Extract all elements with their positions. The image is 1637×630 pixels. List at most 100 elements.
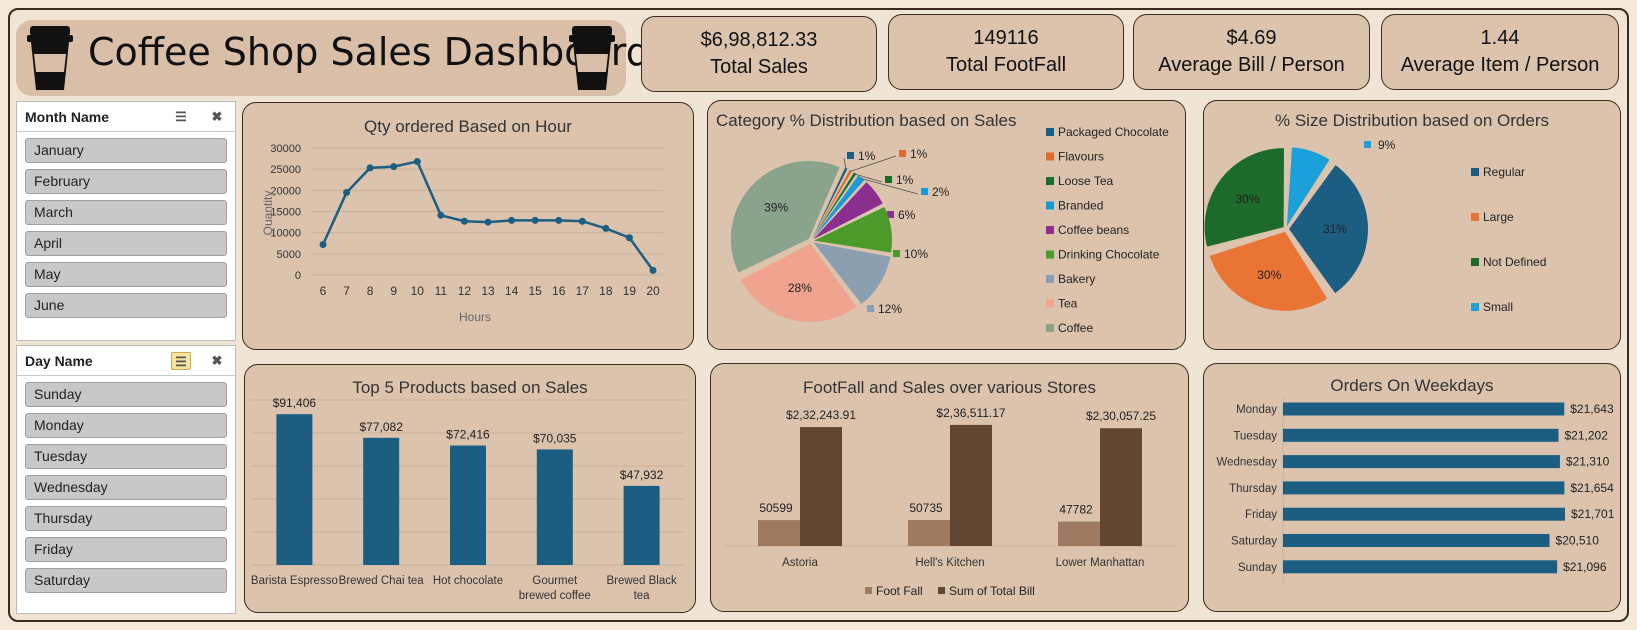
- data-point: [508, 216, 516, 224]
- x-tick-label: Gourmet: [532, 575, 578, 587]
- y-tick-label: 25000: [270, 164, 301, 176]
- data-label: 28%: [788, 281, 812, 295]
- data-label: $47,932: [620, 468, 664, 482]
- data-label: $2,30,057.25: [1086, 409, 1156, 423]
- data-label: $21,310: [1566, 455, 1610, 469]
- data-label: $72,416: [446, 428, 490, 442]
- label-swatch: [899, 150, 906, 157]
- kpi-total-footfall: 149116 Total FootFall: [888, 14, 1124, 90]
- y-tick-label: Sunday: [1238, 562, 1277, 574]
- multi-select-icon[interactable]: ☰: [171, 108, 191, 126]
- clear-filter-icon[interactable]: ✖: [207, 108, 227, 126]
- legend-swatch: [1046, 177, 1054, 185]
- bar: [1283, 560, 1558, 574]
- leader-line: [843, 157, 847, 170]
- x-tick-label: Lower Manhattan: [1056, 557, 1145, 569]
- x-tick-label: 10: [411, 284, 425, 298]
- legend-swatch: [1471, 213, 1479, 221]
- dashboard-title: Coffee Shop Sales Dashboard: [88, 30, 650, 74]
- slicer-item-monday[interactable]: Monday: [25, 413, 227, 438]
- slicer-item-march[interactable]: March: [25, 200, 227, 225]
- size-pie-card: % Size Distribution based on Orders 31% 3…: [1203, 100, 1621, 350]
- data-label: $21,096: [1563, 560, 1607, 574]
- bar: [623, 485, 660, 565]
- slicer-item-january[interactable]: January: [25, 138, 227, 163]
- legend-label: Coffee: [1058, 321, 1093, 335]
- legend-swatch: [1471, 168, 1479, 176]
- coffee-cup-icon: [569, 26, 615, 90]
- legend-label: Loose Tea: [1058, 174, 1113, 188]
- data-label: 30%: [1235, 192, 1259, 206]
- bar: [450, 445, 486, 565]
- legend-label: Tea: [1058, 297, 1078, 311]
- hourly-qty-line-chart: 0500010000150002000025000300006 7 8 9 10 11 12…: [261, 143, 663, 324]
- x-tick-label: Hot chocolate: [433, 575, 503, 587]
- slicer-item-friday[interactable]: Friday: [25, 537, 227, 562]
- coffee-cup-icon: [27, 26, 73, 90]
- data-point: [343, 188, 351, 196]
- slicer-item-february[interactable]: February: [25, 169, 227, 194]
- kpi-average-bill: $4.69 Average Bill / Person: [1133, 14, 1370, 90]
- slicer-item-tuesday[interactable]: Tuesday: [25, 444, 227, 469]
- slicer-item-wednesday[interactable]: Wednesday: [25, 475, 227, 500]
- slicer-item-may[interactable]: May: [25, 262, 227, 287]
- bar: [363, 437, 400, 565]
- x-tick-label: Hell's Kitchen: [915, 557, 984, 569]
- bar: [1058, 521, 1100, 546]
- legend-label: Packaged Chocolate: [1058, 125, 1169, 139]
- slicer-item-april[interactable]: April: [25, 231, 227, 256]
- legend-label: Drinking Chocolate: [1058, 248, 1160, 262]
- x-tick-label: 11: [435, 284, 448, 298]
- size-pie-chart: 31% 30% 30% 9% Regular Large Not Defined Small: [1204, 138, 1546, 314]
- legend-swatch: [1471, 258, 1479, 266]
- data-label: 31%: [1323, 222, 1347, 236]
- slicer-item-saturday[interactable]: Saturday: [25, 568, 227, 593]
- x-tick-label: Astoria: [782, 557, 818, 569]
- kpi-label: Total Sales: [710, 56, 808, 78]
- data-label: $2,32,243.91: [786, 408, 856, 422]
- weekdays-card: Orders On Weekdays Monday $21,643 Tuesday $…: [1203, 363, 1621, 612]
- hourly-qty-chart-card: Qty ordered Based on Hour 0 5000 10000 1500…: [242, 102, 694, 350]
- data-label: 9%: [1378, 138, 1396, 152]
- data-point: [460, 217, 468, 225]
- data-label: $77,082: [360, 420, 404, 434]
- x-tick-label: 13: [481, 284, 495, 298]
- data-point: [437, 211, 445, 219]
- legend-label: Branded: [1058, 199, 1103, 213]
- slicer-header: Day Name ☰ ✖: [17, 346, 235, 376]
- legend-swatch: [1046, 299, 1054, 308]
- x-tick-label: 6: [320, 284, 327, 298]
- bar: [1283, 507, 1565, 521]
- data-point: [578, 217, 586, 225]
- y-tick-label: Monday: [1236, 404, 1277, 416]
- slicer-item-thursday[interactable]: Thursday: [25, 506, 227, 531]
- data-point: [366, 164, 374, 172]
- data-label: $21,202: [1565, 428, 1609, 442]
- multi-select-icon[interactable]: ☰: [171, 352, 191, 370]
- legend-swatch: [865, 587, 872, 594]
- y-tick-label: Friday: [1245, 509, 1277, 521]
- x-tick-label: 17: [576, 284, 590, 298]
- kpi-label: Total FootFall: [945, 54, 1067, 76]
- kpi-value: 1.44: [1480, 27, 1520, 49]
- data-label: 39%: [764, 200, 788, 214]
- x-tick-label: 16: [552, 284, 566, 298]
- bar: [1283, 455, 1560, 469]
- legend-label: Large: [1483, 210, 1514, 224]
- data-label: $21,654: [1570, 481, 1614, 495]
- y-tick-label: Thursday: [1229, 483, 1277, 495]
- legend-swatch: [938, 587, 945, 594]
- label-swatch: [885, 176, 892, 183]
- kpi-value: 149116: [973, 27, 1039, 49]
- slicer-title: Day Name: [25, 352, 93, 369]
- slicer-item-june[interactable]: June: [25, 293, 227, 318]
- legend-label: Flavours: [1058, 150, 1104, 164]
- x-tick-label: Barista Espresso: [251, 575, 338, 587]
- x-tick-label: Brewed Black: [606, 575, 677, 587]
- slicer-item-sunday[interactable]: Sunday: [25, 382, 227, 407]
- legend-swatch: [1046, 128, 1054, 136]
- legend-swatch: [1471, 303, 1479, 311]
- clear-filter-icon[interactable]: ✖: [207, 352, 227, 370]
- pie-slice: [730, 160, 840, 273]
- legend-label: Not Defined: [1483, 255, 1546, 269]
